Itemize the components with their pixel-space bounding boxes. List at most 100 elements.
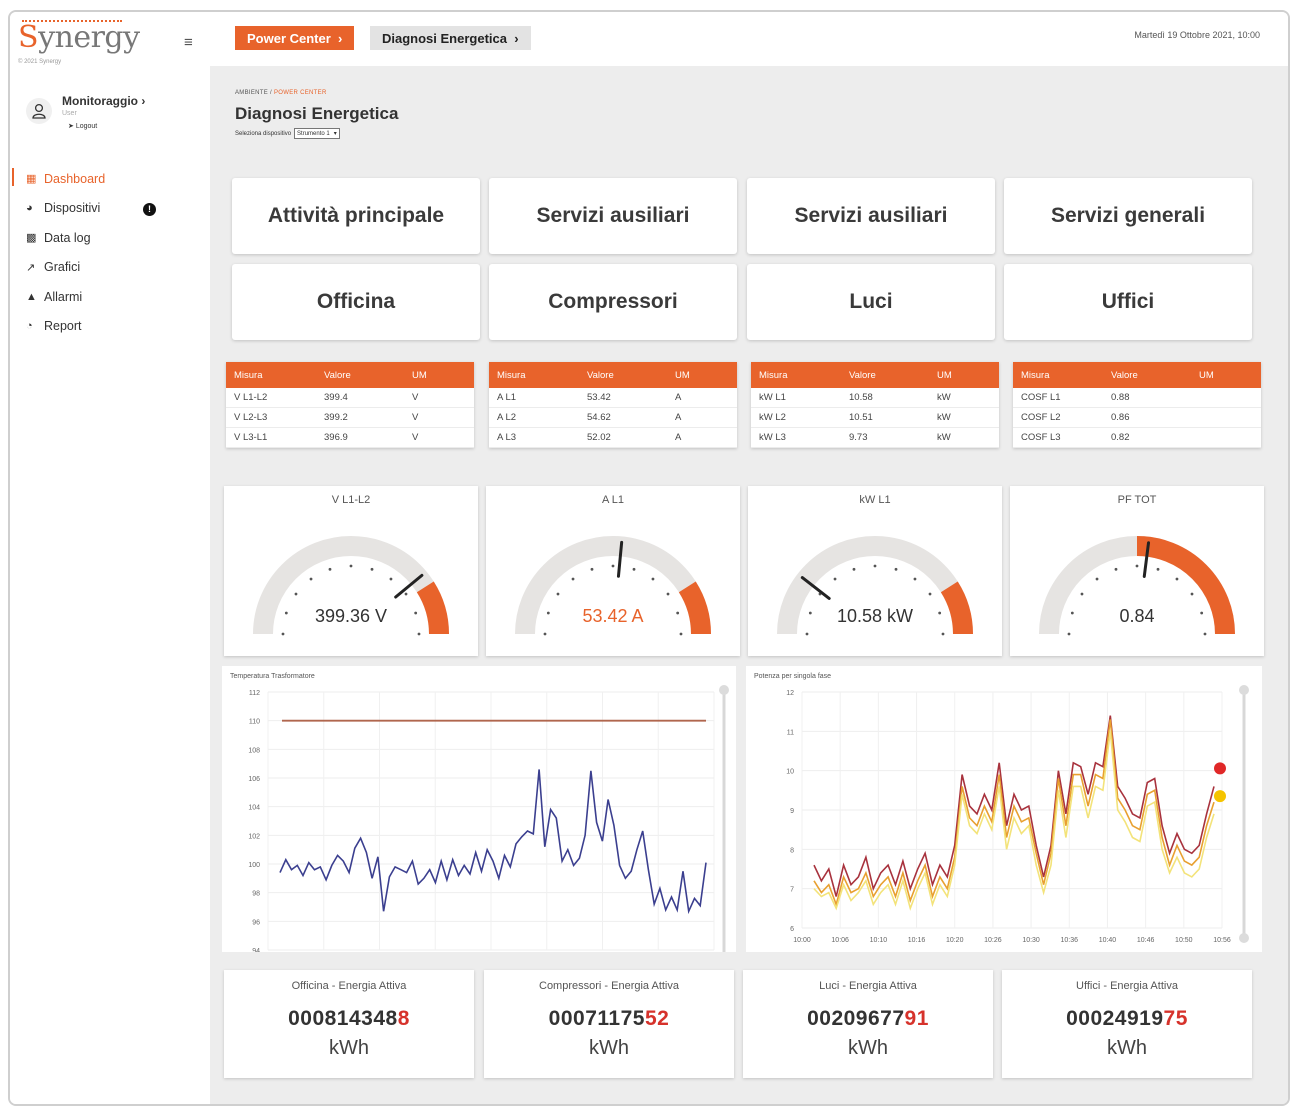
y-tick-label: 94 <box>252 948 260 952</box>
table-row: COSF L1 0.88 <box>1013 388 1261 408</box>
copyright: © 2021 Synergy <box>18 59 62 65</box>
tile-officina[interactable]: Officina <box>232 264 480 340</box>
sidebar: Synergy © 2021 Synergy ≡ Monitoraggio › … <box>10 12 210 1104</box>
x-tick-label: 10:30 <box>1022 937 1040 944</box>
gauge-tick <box>666 592 670 596</box>
zoom-slider-handle <box>1239 933 1249 943</box>
y-tick-label: 96 <box>252 919 260 926</box>
sidebar-item-allarmi[interactable]: ▲ Allarmi <box>10 282 210 312</box>
energy-value: 0008143488 <box>288 1007 410 1030</box>
gauge-tick <box>1080 592 1084 596</box>
measure-table-current: Misura Valore UM A L1 53.42 A A L2 54.62 A A L… <box>489 362 737 448</box>
pie-chart-icon: ◔ <box>26 320 33 333</box>
col-um: UM <box>675 369 690 381</box>
logout-link[interactable]: ➤ Logout <box>68 122 97 130</box>
tile-compressori[interactable]: Compressori <box>489 264 737 340</box>
col-misura: Misura <box>497 369 526 381</box>
energy-luci: Luci - Energia Attiva 0020967791 kWh <box>743 970 993 1078</box>
hamburger-menu-icon[interactable]: ≡ <box>184 34 193 51</box>
gauge-tick <box>894 567 898 571</box>
table-row: V L1-L2 399.4 V <box>226 388 474 408</box>
datetime: Martedì 19 Ottobre 2021, 10:00 <box>1134 30 1260 40</box>
chevron-right-icon: › <box>514 30 519 46</box>
table-row: kW L2 10.51 kW <box>751 408 999 428</box>
sidebar-item-report[interactable]: ◔ Report <box>10 312 210 342</box>
gauge-tick <box>571 577 575 581</box>
sidebar-item-dispositivi[interactable]: ◕ Dispositivi ! <box>10 194 210 224</box>
y-tick-label: 104 <box>248 805 260 812</box>
zoom-slider-handle <box>719 685 729 695</box>
breadcrumb-power-center[interactable]: Power Center › <box>235 26 355 50</box>
app-window: Synergy © 2021 Synergy ≡ Monitoraggio › … <box>8 10 1290 1106</box>
chart-title: Temperatura Trasformatore <box>230 673 315 680</box>
gauge-voltage: V L1-L2 399.36 V <box>224 486 478 656</box>
sidebar-nav: ▦ Dashboard ◕ Dispositivi ! ▩ Data log ↗ Gra… <box>10 164 210 341</box>
series-line <box>813 719 1215 908</box>
col-misura: Misura <box>1021 369 1050 381</box>
user-name[interactable]: Monitoraggio › <box>62 94 145 108</box>
x-tick-label: 10:00 <box>793 937 811 944</box>
energy-value: 0007117552 <box>548 1007 670 1030</box>
gauge-tick <box>389 577 393 581</box>
gauge-tick <box>873 564 877 568</box>
gauge-tick <box>309 577 313 581</box>
main-content: Power Center › Diagnosi Energetica › Mar… <box>210 12 1288 1104</box>
tile-attivita-principale[interactable]: Attività principale <box>232 178 480 254</box>
gauge-tick <box>1175 577 1179 581</box>
bar-chart-icon: ▩ <box>26 232 37 245</box>
tile-servizi-ausiliari-2[interactable]: Servizi ausiliari <box>747 178 995 254</box>
gauge-tick <box>404 592 408 596</box>
y-tick-label: 6 <box>790 926 794 933</box>
chart-power-phase: Potenza per singola fase 12 11 10 9 8 7 6 10:00… <box>746 666 1262 952</box>
gauge-value: 10.58 kW <box>836 606 914 626</box>
tile-uffici[interactable]: Uffici <box>1004 264 1252 340</box>
table-row: COSF L3 0.82 <box>1013 428 1261 448</box>
user-avatar-icon <box>26 98 52 124</box>
tile-servizi-generali[interactable]: Servizi generali <box>1004 178 1252 254</box>
breadcrumb: AMBIENTE / POWER CENTER <box>235 90 327 96</box>
gauge-tick <box>632 567 636 571</box>
x-tick-label: 10:06 <box>831 937 849 944</box>
gauge-tick <box>417 632 421 636</box>
tile-servizi-ausiliari-1[interactable]: Servizi ausiliari <box>489 178 737 254</box>
page-title: Diagnosi Energetica <box>235 104 399 123</box>
gauge-tick <box>611 564 615 568</box>
col-valore: Valore <box>849 369 876 381</box>
energy-unit: kWh <box>329 1037 369 1059</box>
chevron-down-icon: ▾ <box>333 131 337 137</box>
sidebar-item-grafici[interactable]: ↗ Grafici <box>10 253 210 283</box>
x-tick-label: 10:40 <box>1099 937 1117 944</box>
chart-temperature: Temperatura Trasformatore 112 110 108 106 10… <box>222 666 736 965</box>
measure-table-power: Misura Valore UM kW L1 10.58 kW kW L2 10.51 kW… <box>751 362 999 448</box>
breadcrumb-diagnosi[interactable]: Diagnosi Energetica › <box>370 26 531 50</box>
content-header: AMBIENTE / POWER CENTER Diagnosi Energet… <box>235 90 398 139</box>
y-tick-label: 7 <box>790 887 794 894</box>
energy-compressori: Compressori - Energia Attiva 0007117552 … <box>484 970 734 1078</box>
gauge-value: 53.42 A <box>582 606 644 626</box>
user-role: User <box>62 110 77 117</box>
col-um: UM <box>1199 369 1214 381</box>
x-tick-label: 10:20 <box>946 937 964 944</box>
logout-icon: ➤ <box>68 123 74 130</box>
energy-title: Officina - Energia Attiva <box>291 980 407 992</box>
y-tick-label: 102 <box>248 833 260 840</box>
energy-title: Uffici - Energia Attiva <box>1076 980 1178 992</box>
series-line <box>279 769 707 915</box>
grid-icon: ▦ <box>26 173 37 186</box>
user-panel[interactable]: Monitoraggio › User ➤ Logout <box>18 92 198 138</box>
brand-logo[interactable]: Synergy <box>18 20 140 55</box>
gauge-tick <box>349 564 353 568</box>
sidebar-item-dashboard[interactable]: ▦ Dashboard <box>10 164 210 194</box>
tile-luci[interactable]: Luci <box>747 264 995 340</box>
chevron-right-icon: › <box>141 94 146 108</box>
device-select[interactable]: Strumento 1 ▾ <box>294 128 340 139</box>
y-tick-label: 10 <box>786 769 794 776</box>
gauge-dial <box>1039 536 1235 636</box>
col-misura: Misura <box>234 369 263 381</box>
table-row: A L3 52.02 A <box>489 428 737 448</box>
y-tick-label: 11 <box>787 729 794 736</box>
energy-value: 0020967791 <box>807 1007 929 1030</box>
device-label: Seleziona dispositivo <box>235 130 292 137</box>
sidebar-item-data-log[interactable]: ▩ Data log <box>10 223 210 253</box>
measure-table-power-factor: Misura Valore UM COSF L1 0.88 COSF L2 0.86 C… <box>1013 362 1261 448</box>
